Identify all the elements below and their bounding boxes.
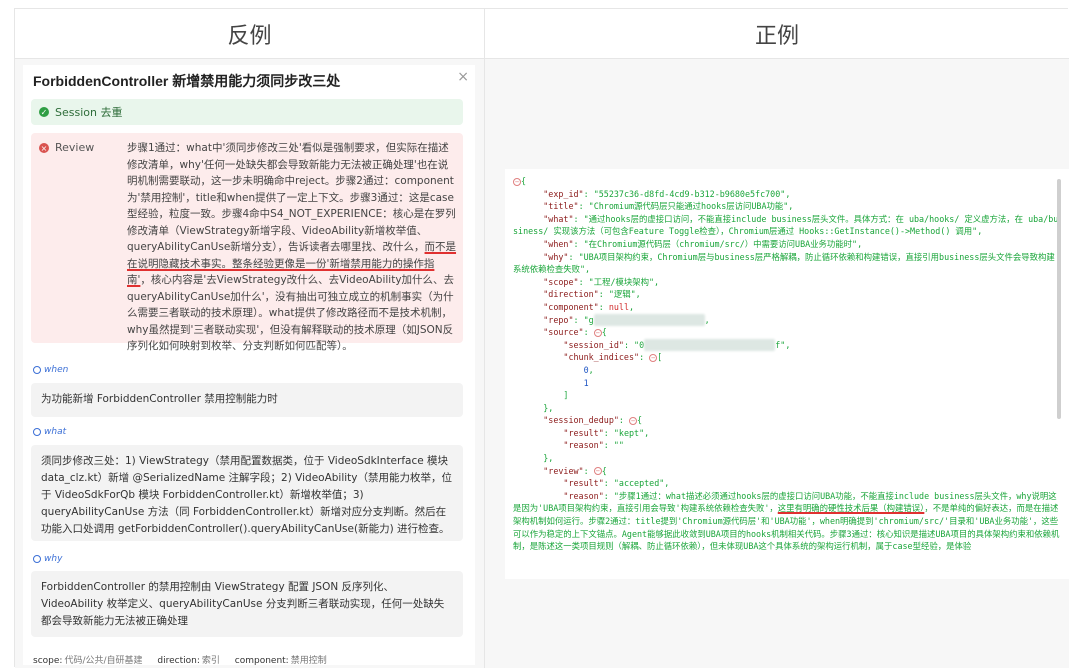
review-label: Review	[55, 141, 95, 154]
collapse-icon[interactable]: −	[513, 177, 521, 186]
json-content: −{ "exp_id": "55237c36-d8fd-4cd9-b312-b9…	[513, 176, 1060, 552]
bulb-icon	[33, 428, 41, 436]
session-status: ✓ Session 去重	[31, 99, 463, 125]
card-title: ForbiddenController 新增禁用能力须同步改三处	[33, 73, 341, 89]
error-circle-icon: ×	[39, 143, 49, 153]
comparison-frame: 反例 正例 suxiali ForbiddenController 新增禁用能力…	[14, 8, 1075, 668]
when-box: 为功能新增 ForbiddenController 禁用控制能力时	[31, 383, 463, 417]
json-viewer: −{ "exp_id": "55237c36-d8fd-4cd9-b312-b9…	[505, 169, 1075, 579]
meta-footer: scope: 代码/公共/自研基建 direction: 索引 component:…	[33, 656, 327, 666]
counter-example-column: suxiali ForbiddenController 新增禁用能力须同步改三处…	[15, 59, 485, 668]
scrollbar[interactable]	[1057, 179, 1061, 419]
review-text: 步骤1通过：what中'须同步修改三处'看似是强制要求，但实际在描述修改清单，w…	[127, 140, 457, 355]
what-label: what	[33, 427, 66, 437]
collapse-icon[interactable]: −	[593, 328, 602, 337]
review-text-part-2: ，核心内容是'去ViewStrategy改什么、去VideoAbility加什么…	[127, 274, 455, 352]
counter-example-header: 反例	[15, 9, 485, 59]
collapse-icon[interactable]: −	[629, 416, 637, 425]
positive-example-column: suxiali −{ "exp_id": "55237c36-d8fd-4cd9…	[485, 59, 1075, 668]
when-label: when	[33, 365, 68, 375]
why-label: why	[33, 554, 62, 564]
review-text-part-1: 步骤1通过：what中'须同步修改三处'看似是强制要求，但实际在描述修改清单，w…	[127, 142, 456, 253]
session-label: Session 去重	[55, 106, 123, 119]
info-icon	[33, 555, 41, 563]
collapse-icon[interactable]: −	[593, 467, 602, 476]
why-box: ForbiddenController 的禁用控制由 ViewStrategy …	[31, 571, 463, 637]
close-icon[interactable]: ×	[457, 69, 469, 85]
check-circle-icon: ✓	[39, 107, 49, 117]
experience-card: ForbiddenController 新增禁用能力须同步改三处 × ✓ Ses…	[23, 65, 475, 666]
collapse-icon[interactable]: −	[649, 353, 658, 362]
review-box: × Review 步骤1通过：what中'须同步修改三处'看似是强制要求，但实际…	[31, 133, 463, 352]
info-icon	[33, 366, 41, 374]
what-box: 须同步修改三处：1) ViewStrategy（禁用配置数据类，位于 Video…	[31, 445, 463, 541]
positive-example-header: 正例	[485, 9, 1069, 59]
